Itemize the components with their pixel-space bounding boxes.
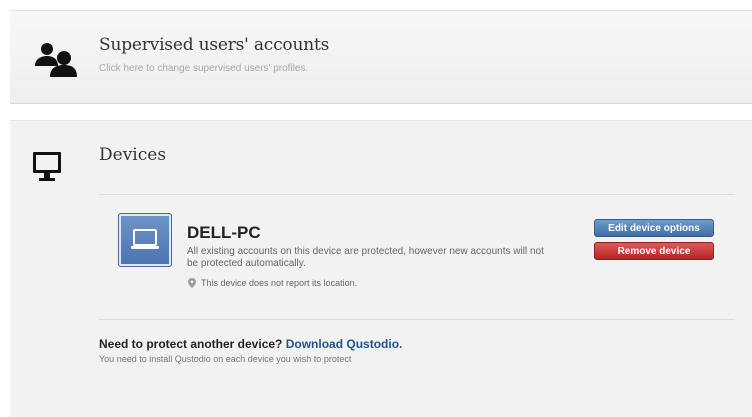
supervised-users-subtitle[interactable]: Click here to change supervised users' p… — [99, 63, 308, 74]
device-tile — [118, 213, 172, 267]
protect-another-device: Need to protect another device? Download… — [99, 337, 402, 351]
divider — [99, 319, 735, 320]
divider — [99, 194, 735, 195]
location-pin-icon — [188, 278, 196, 288]
device-location-note: This device does not report its location… — [187, 278, 357, 288]
device-name: DELL-PC — [187, 223, 261, 242]
panel-gap — [10, 104, 752, 120]
supervised-users-title[interactable]: Supervised users' accounts — [99, 35, 329, 55]
monitor-icon — [33, 152, 61, 181]
top-strip — [0, 0, 752, 10]
laptop-icon — [131, 229, 159, 249]
protect-note: You need to install Qustodio on each dev… — [99, 354, 352, 364]
download-qustodio-link[interactable]: Download Qustodio. — [286, 337, 403, 351]
edit-device-options-button[interactable]: Edit device options — [594, 219, 714, 237]
protect-question: Need to protect another device? — [99, 337, 283, 351]
devices-panel: Devices DELL-PC All existing accounts on… — [10, 120, 752, 417]
devices-title: Devices — [99, 145, 167, 165]
remove-device-button[interactable]: Remove device — [594, 242, 714, 260]
users-icon — [35, 43, 77, 77]
device-location-label: This device does not report its location… — [201, 278, 358, 288]
supervised-users-panel[interactable]: Supervised users' accounts Click here to… — [10, 10, 752, 104]
device-status-text: All existing accounts on this device are… — [187, 246, 544, 269]
